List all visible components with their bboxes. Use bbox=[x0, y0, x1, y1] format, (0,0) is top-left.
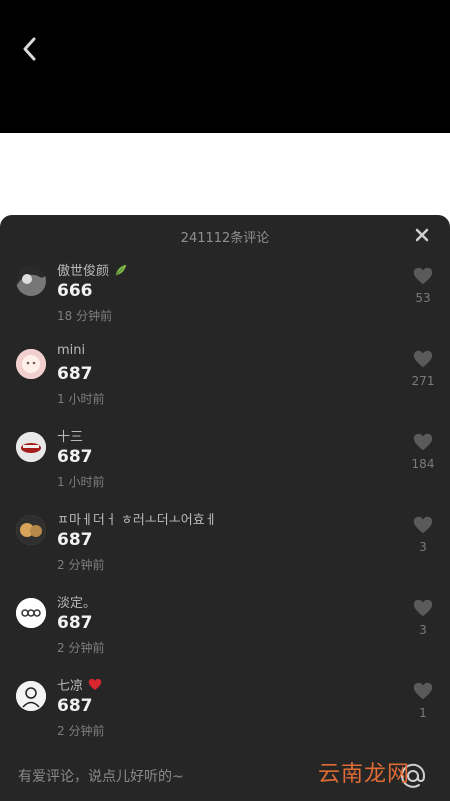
close-button[interactable] bbox=[412, 225, 432, 245]
like-button[interactable]: 3 bbox=[408, 597, 438, 637]
avatar[interactable] bbox=[16, 681, 46, 711]
heart-icon bbox=[413, 433, 433, 451]
avatar-image-icon bbox=[16, 598, 46, 628]
leaf-emoji-icon bbox=[115, 264, 127, 276]
comment-username[interactable]: 淡定。 bbox=[57, 592, 96, 611]
avatar-image-icon bbox=[16, 349, 46, 379]
like-count: 3 bbox=[419, 623, 427, 637]
comment-time: 1 小时前 bbox=[57, 392, 105, 406]
avatar[interactable] bbox=[16, 266, 46, 296]
comment-item[interactable]: 淡定。 687 2 分钟前 3 bbox=[0, 590, 450, 673]
comments-sheet: 241112条评论 傲世俊颜 666 18 分钟前 53 mini 687 1 … bbox=[0, 215, 450, 801]
avatar[interactable] bbox=[16, 432, 46, 462]
avatar-image-icon bbox=[16, 266, 46, 296]
heart-icon bbox=[413, 682, 433, 700]
comments-count-title: 241112条评论 bbox=[180, 231, 270, 246]
comment-username[interactable]: mini bbox=[57, 343, 85, 358]
comment-item[interactable]: mini 687 1 小时前 271 bbox=[0, 341, 450, 424]
like-button[interactable]: 3 bbox=[408, 514, 438, 554]
like-button[interactable]: 184 bbox=[408, 431, 438, 471]
chevron-left-icon bbox=[23, 37, 36, 61]
like-count: 3 bbox=[419, 540, 427, 554]
heart-icon bbox=[413, 516, 433, 534]
comment-text: 687 bbox=[57, 364, 93, 384]
avatar[interactable] bbox=[16, 515, 46, 545]
comment-text: 687 bbox=[57, 696, 93, 716]
like-count: 1 bbox=[419, 706, 427, 720]
like-count: 184 bbox=[411, 457, 435, 471]
heart-icon bbox=[413, 350, 433, 368]
comment-item[interactable]: 七凉 687 2 分钟前 1 bbox=[0, 673, 450, 756]
comment-text: 666 bbox=[57, 281, 93, 301]
heart-icon bbox=[413, 599, 433, 617]
comment-time: 2 分钟前 bbox=[57, 724, 105, 738]
back-button[interactable] bbox=[18, 34, 44, 64]
heart-emoji-icon bbox=[88, 678, 102, 691]
comment-time: 2 分钟前 bbox=[57, 558, 105, 572]
like-button[interactable]: 53 bbox=[408, 265, 438, 305]
comment-item[interactable]: ㅍ마ㅔ더ㅓ ㅎ러ㅗ더ㅗ어효ㅔ 687 2 分钟前 3 bbox=[0, 507, 450, 590]
comment-text: 687 bbox=[57, 613, 93, 633]
comment-time: 1 小时前 bbox=[57, 475, 105, 489]
comment-username[interactable]: 傲世俊颜 bbox=[57, 260, 129, 279]
comment-item[interactable]: 傲世俊颜 666 18 分钟前 53 bbox=[0, 258, 450, 341]
like-count: 271 bbox=[411, 374, 435, 388]
comment-text: 687 bbox=[57, 530, 93, 550]
watermark-logo: 云南龙网 bbox=[318, 762, 411, 787]
comment-time: 2 分钟前 bbox=[57, 641, 105, 655]
comment-username[interactable]: 十三 bbox=[57, 426, 83, 445]
comment-text: 687 bbox=[57, 447, 93, 467]
like-button[interactable]: 271 bbox=[408, 348, 438, 388]
avatar[interactable] bbox=[16, 598, 46, 628]
like-count: 53 bbox=[415, 291, 431, 305]
comment-time: 18 分钟前 bbox=[57, 309, 113, 323]
avatar-image-icon bbox=[16, 432, 46, 462]
comment-input[interactable]: 有爱评论，说点儿好听的~ bbox=[18, 766, 184, 786]
top-bar bbox=[0, 0, 450, 133]
close-icon bbox=[415, 228, 429, 242]
comment-username[interactable]: ㅍ마ㅔ더ㅓ ㅎ러ㅗ더ㅗ어효ㅔ bbox=[57, 509, 217, 528]
comment-item[interactable]: 十三 687 1 小时前 184 bbox=[0, 424, 450, 507]
avatar-image-icon bbox=[16, 515, 46, 545]
comment-username[interactable]: 七凉 bbox=[57, 675, 103, 694]
like-button[interactable]: 1 bbox=[408, 680, 438, 720]
avatar[interactable] bbox=[16, 349, 46, 379]
avatar-image-icon bbox=[16, 681, 46, 711]
heart-icon bbox=[413, 267, 433, 285]
